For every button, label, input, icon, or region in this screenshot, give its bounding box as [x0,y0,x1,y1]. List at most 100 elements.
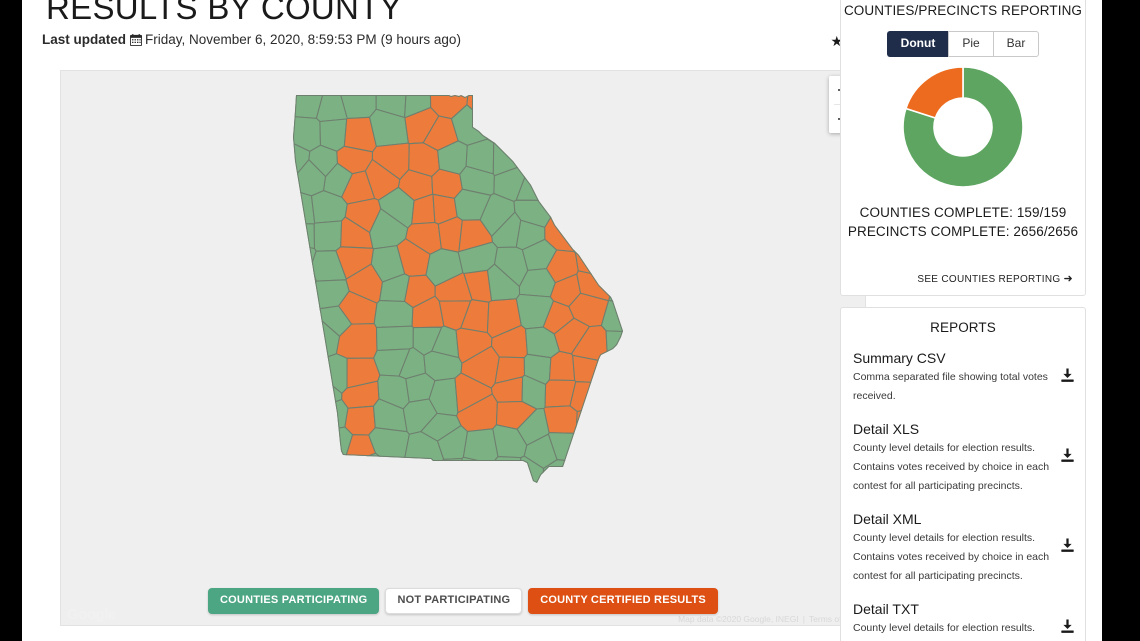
chart-type-donut[interactable]: Donut [886,31,949,58]
county-polygon[interactable] [283,374,318,418]
county-polygon[interactable] [283,451,333,493]
county-polygon[interactable] [521,110,555,146]
chart-type-pie[interactable]: Pie [948,31,993,58]
county-polygon[interactable] [597,137,641,173]
county-polygon[interactable] [547,166,586,197]
county-polygon[interactable] [283,399,323,435]
county-polygon[interactable] [545,194,584,219]
see-counties-reporting-link[interactable]: SEE COUNTIES REPORTING ➜ [917,272,1073,285]
report-title: Detail XML [853,511,922,527]
county-polygon[interactable] [573,436,609,467]
counties-complete-stat: COUNTIES COMPLETE: 159/159 [859,205,1067,221]
county-polygon[interactable] [375,325,414,352]
county-polygon[interactable] [572,354,611,384]
reports-heading: REPORTS [930,320,996,335]
county-polygon[interactable] [283,340,320,396]
page-container: RESULTS BY COUNTY Last updated Friday, N… [22,0,1102,641]
county-polygon[interactable] [608,449,643,493]
county-polygon[interactable] [373,299,414,329]
arrow-right-icon: ➜ [1063,273,1073,285]
reports-card: REPORTS Summary CSV Comma separated file… [840,307,1086,641]
county-polygon[interactable] [283,113,322,152]
county-polygon[interactable] [569,381,606,413]
county-polygon[interactable] [576,193,613,228]
download-icon[interactable] [1060,618,1075,639]
legend-county-certified-results[interactable]: COUNTY CERTIFIED RESULTS [528,588,718,614]
county-polygon[interactable] [536,83,607,110]
county-polygon[interactable] [283,293,321,338]
county-polygon[interactable] [547,102,580,139]
county-polygon[interactable] [581,164,619,201]
county-polygon[interactable] [548,350,576,382]
county-polygon[interactable] [609,250,643,284]
download-icon[interactable] [1060,448,1075,468]
download-icon[interactable] [1060,367,1075,388]
legend-not-participating[interactable]: NOT PARTICIPATING [385,588,523,614]
county-polygon[interactable] [578,101,616,139]
map-canvas[interactable] [61,71,865,625]
report-description: County level details for election result… [853,532,1050,582]
reporting-donut-chart [841,65,1085,189]
county-polygon[interactable] [608,406,643,451]
county-polygon[interactable] [398,458,443,493]
precincts-complete-stat: PRECINCTS COMPLETE: 2656/2656 [847,224,1079,240]
county-polygon[interactable] [602,375,643,417]
county-polygon[interactable] [283,318,320,361]
county-polygon[interactable] [546,131,581,170]
donut-svg [902,66,1024,188]
report-title: Detail XLS [853,421,920,437]
county-polygon[interactable] [509,129,549,169]
see-counties-reporting-label: SEE COUNTIES REPORTING [917,274,1061,285]
county-polygon[interactable] [603,83,644,127]
report-item-detail-xml: Detail XML County level details for elec… [841,510,1085,586]
last-updated-relative: (9 hours ago) [380,32,461,47]
report-description: County level details for election result… [853,622,1036,634]
report-item-detail-xls: Detail XLS County level details for elec… [841,420,1085,496]
report-description: Comma separated file showing total votes… [853,371,1048,402]
county-polygon[interactable] [461,456,495,493]
report-description: County level details for election result… [853,442,1050,492]
county-polygon[interactable] [608,222,643,253]
county-polygon[interactable] [572,464,620,493]
map-data-credit: Map data ©2020 Google, INEGI [678,614,799,624]
county-polygon[interactable] [515,83,552,128]
county-polygon[interactable] [283,265,317,299]
page-title: RESULTS BY COUNTY [46,0,402,26]
county-polygon[interactable] [600,299,643,334]
donut-slice-1 [904,66,964,120]
download-icon[interactable] [1060,538,1075,558]
county-polygon[interactable] [492,83,539,116]
county-polygon[interactable] [317,353,348,394]
legend-counties-participating[interactable]: COUNTIES PARTICIPATING [208,588,380,614]
chart-type-bar[interactable]: Bar [992,31,1040,58]
county-polygon[interactable] [317,426,354,468]
chart-type-toggle[interactable]: Donut Pie Bar [841,31,1085,58]
county-polygon[interactable] [611,193,643,227]
county-polygon[interactable] [283,462,353,493]
georgia-county-map[interactable] [283,83,643,493]
county-polygon[interactable] [578,131,608,172]
county-polygon[interactable] [601,427,640,468]
reporting-heading: COUNTIES/PRECINCTS REPORTING [843,3,1083,18]
county-polygon[interactable] [606,115,643,156]
county-results-map[interactable]: Google Map data ©2020 Google, INEGI | Term… [60,70,866,626]
report-title: Detail TXT [853,601,919,617]
county-polygon[interactable] [351,461,401,493]
reporting-stats: COUNTIES COMPLETE: 159/159 PRECINCTS COM… [841,203,1085,241]
county-polygon[interactable] [344,405,376,436]
county-polygon[interactable] [615,151,643,200]
county-polygon[interactable] [485,108,523,144]
county-polygon[interactable] [431,457,468,494]
results-by-county-section: RESULTS BY COUNTY Last updated Friday, N… [38,0,866,641]
county-polygon[interactable] [283,417,321,483]
report-item-detail-txt: Detail TXT County level details for elec… [841,600,1085,641]
county-polygon[interactable] [313,220,343,252]
county-polygon[interactable] [491,456,522,493]
map-attribution: Map data ©2020 Google, INEGI | Terms of Us… [678,614,859,624]
last-updated-row: Last updated Friday, November 6, 2020, 8… [42,31,862,53]
county-polygon[interactable] [573,223,611,254]
county-polygon[interactable] [341,452,387,493]
county-polygon[interactable] [543,405,578,434]
county-polygon[interactable] [569,83,609,127]
county-polygon[interactable] [605,330,643,364]
